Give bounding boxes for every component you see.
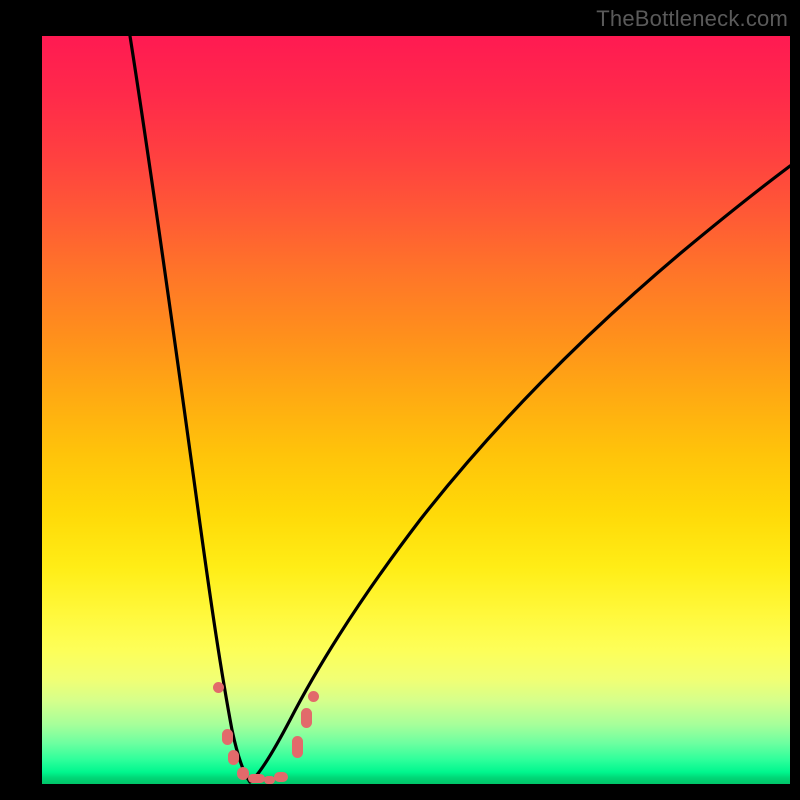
curve-marker xyxy=(237,767,249,780)
curve-marker xyxy=(292,736,303,758)
curve-svg xyxy=(42,36,790,784)
curve-marker xyxy=(308,691,319,702)
curve-marker xyxy=(248,774,265,783)
chart-frame: TheBottleneck.com xyxy=(0,0,800,800)
curve-marker xyxy=(213,682,224,693)
curve-marker xyxy=(228,750,239,765)
curve-marker xyxy=(222,729,233,745)
curve-marker xyxy=(301,708,312,728)
plot-area xyxy=(42,36,790,784)
bottleneck-curve-right xyxy=(250,166,790,782)
curve-marker xyxy=(264,776,275,784)
curve-marker xyxy=(274,772,288,782)
watermark-label: TheBottleneck.com xyxy=(596,6,788,32)
bottleneck-curve-left xyxy=(130,36,250,782)
